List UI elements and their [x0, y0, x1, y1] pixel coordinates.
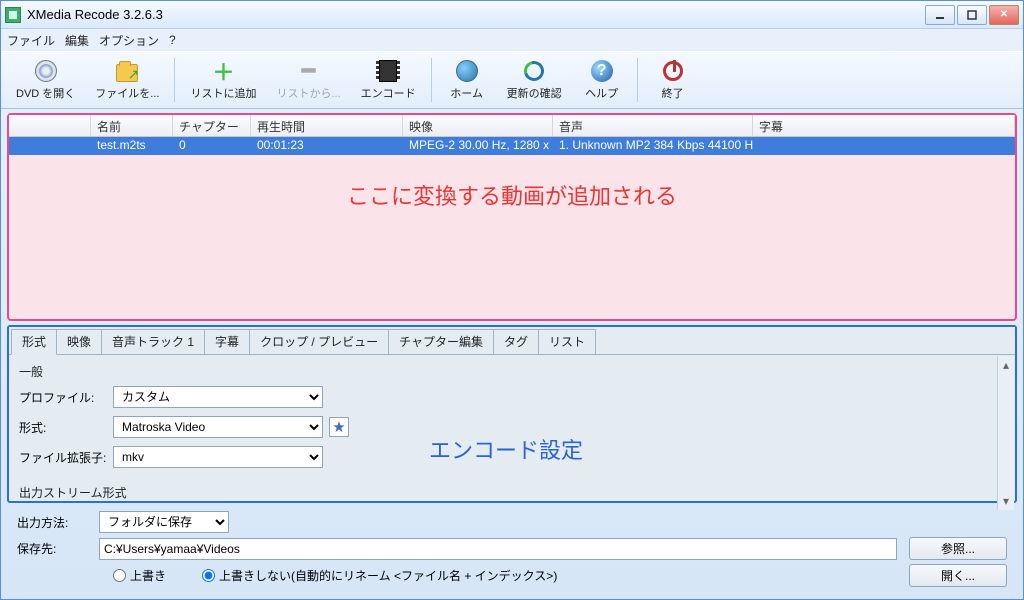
globe-icon [456, 60, 478, 82]
table-row[interactable]: test.m2ts 0 00:01:23 MPEG-2 30.00 Hz, 12… [9, 137, 1015, 155]
help-icon: ? [591, 60, 613, 82]
close-button[interactable]: ✕ [989, 5, 1019, 25]
tab-list[interactable]: リスト [538, 329, 596, 354]
menu-options[interactable]: オプション [99, 32, 159, 49]
app-window: XMedia Recode 3.2.6.3 ✕ ファイル 編集 オプション ? … [0, 0, 1024, 600]
grid-header: 名前 チャプター 再生時間 映像 音声 字幕 [9, 115, 1015, 137]
annotation-text: ここに変換する動画が追加される [9, 179, 1015, 211]
output-method-select[interactable]: フォルダに保存 [99, 511, 229, 533]
help-button[interactable]: ?ヘルプ [573, 54, 631, 106]
minimize-button[interactable] [925, 5, 955, 25]
tabbar: 形式 映像 音声トラック 1 字幕 クロップ / プレビュー チャプター編集 タ… [9, 327, 1015, 354]
output-stream-title: 出力ストリーム形式 [19, 484, 1005, 501]
tab-content-format: 一般 プロファイル: カスタム 形式: Matroska Video ★ ファイ… [9, 354, 1015, 511]
browse-button[interactable]: 参照... [909, 537, 1007, 560]
tab-video[interactable]: 映像 [56, 329, 102, 354]
toolbar: DVD を開く ↗ファイルを... ＋リストに追加 ━リストから... エンコー… [1, 51, 1023, 109]
plus-icon: ＋ [212, 55, 234, 87]
scroll-down-icon[interactable]: ▾ [1003, 494, 1009, 508]
open-button[interactable]: 開く... [909, 564, 1007, 587]
dvd-icon [35, 60, 57, 82]
output-settings: 出力方法: フォルダに保存 保存先: 参照... 上書き 上書きしない(自動的に… [7, 507, 1017, 595]
overwrite-yes-label: 上書き [130, 567, 166, 584]
menu-edit[interactable]: 編集 [65, 32, 89, 49]
window-title: XMedia Recode 3.2.6.3 [27, 7, 925, 22]
tab-format[interactable]: 形式 [11, 329, 57, 355]
remove-from-list-button[interactable]: ━リストから... [267, 54, 349, 106]
annotation-text: エンコード設定 [429, 433, 583, 465]
col-name[interactable]: 名前 [91, 115, 173, 136]
separator [174, 58, 175, 102]
col-duration[interactable]: 再生時間 [251, 115, 403, 136]
open-dvd-button[interactable]: DVD を開く [7, 54, 84, 106]
menubar: ファイル 編集 オプション ? [1, 29, 1023, 51]
app-icon [5, 7, 21, 23]
encode-button[interactable]: エンコード [352, 54, 425, 106]
col-audio[interactable]: 音声 [553, 115, 753, 136]
add-to-list-button[interactable]: ＋リストに追加 [181, 54, 265, 106]
titlebar[interactable]: XMedia Recode 3.2.6.3 ✕ [1, 1, 1023, 29]
col-subtitle[interactable]: 字幕 [753, 115, 1015, 136]
tab-tag[interactable]: タグ [493, 329, 539, 354]
format-select[interactable]: Matroska Video [113, 416, 323, 438]
home-button[interactable]: ホーム [438, 54, 496, 106]
tab-subtitle[interactable]: 字幕 [204, 329, 250, 354]
separator [637, 58, 638, 102]
format-label: 形式: [19, 419, 107, 436]
power-icon [663, 61, 683, 81]
menu-help[interactable]: ? [169, 33, 176, 47]
tab-chapter-edit[interactable]: チャプター編集 [388, 329, 494, 354]
check-updates-button[interactable]: 更新の確認 [498, 54, 571, 106]
film-icon [379, 60, 397, 82]
destination-input[interactable] [99, 538, 897, 560]
scrollbar[interactable]: ▴▾ [997, 356, 1014, 510]
overwrite-no-label: 上書きしない(自動的にリネーム <ファイル名 + インデックス>) [219, 567, 557, 584]
scroll-up-icon[interactable]: ▴ [1003, 358, 1009, 372]
overwrite-no-radio[interactable] [202, 569, 215, 582]
group-general-title: 一般 [19, 363, 1005, 380]
overwrite-yes-radio[interactable] [113, 569, 126, 582]
destination-label: 保存先: [17, 540, 93, 557]
col-video[interactable]: 映像 [403, 115, 553, 136]
col-chapter[interactable]: チャプター [173, 115, 251, 136]
refresh-icon [520, 57, 547, 84]
minus-icon: ━ [302, 58, 315, 84]
tab-crop-preview[interactable]: クロップ / プレビュー [249, 329, 389, 354]
open-file-button[interactable]: ↗ファイルを... [86, 54, 168, 106]
exit-button[interactable]: 終了 [644, 54, 702, 106]
output-method-label: 出力方法: [17, 514, 93, 531]
folder-open-icon: ↗ [116, 64, 138, 82]
settings-panel: 形式 映像 音声トラック 1 字幕 クロップ / プレビュー チャプター編集 タ… [7, 325, 1017, 503]
tab-audio-track-1[interactable]: 音声トラック 1 [101, 329, 205, 354]
menu-file[interactable]: ファイル [7, 32, 55, 49]
file-list-grid[interactable]: 名前 チャプター 再生時間 映像 音声 字幕 test.m2ts 0 00:01… [7, 113, 1017, 321]
extension-label: ファイル拡張子: [19, 449, 107, 466]
favorite-button[interactable]: ★ [329, 417, 349, 437]
profile-label: プロファイル: [19, 389, 107, 406]
extension-select[interactable]: mkv [113, 446, 323, 468]
profile-select[interactable]: カスタム [113, 386, 323, 408]
maximize-button[interactable] [957, 5, 987, 25]
separator [431, 58, 432, 102]
